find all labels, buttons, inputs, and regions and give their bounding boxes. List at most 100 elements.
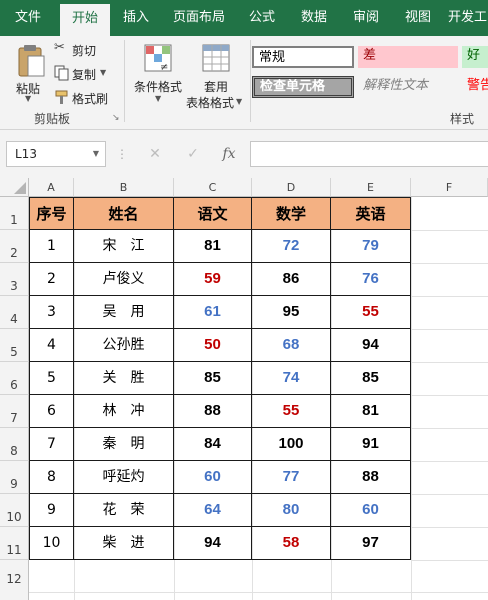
- paste-dropdown-icon[interactable]: ▼: [25, 94, 31, 103]
- column-header-a[interactable]: A: [29, 178, 74, 197]
- row-header-2[interactable]: 2: [0, 230, 29, 263]
- table-cell-chinese[interactable]: 64: [174, 494, 252, 527]
- table-cell-id[interactable]: 7: [30, 428, 74, 461]
- column-header-c[interactable]: C: [174, 178, 252, 197]
- style-check-cell[interactable]: 检查单元格: [252, 76, 354, 98]
- table-cell-chinese[interactable]: 84: [174, 428, 252, 461]
- table-cell-math[interactable]: 100: [252, 428, 331, 461]
- tab-formulas[interactable]: 公式: [240, 0, 284, 36]
- table-cell-english[interactable]: 76: [331, 263, 411, 296]
- table-cell-english[interactable]: 97: [331, 527, 411, 560]
- chevron-down-icon[interactable]: ▼: [93, 142, 99, 166]
- table-cell-id[interactable]: 10: [30, 527, 74, 560]
- row-header-12[interactable]: 12: [0, 560, 29, 600]
- name-box[interactable]: L13 ▼: [6, 141, 106, 167]
- table-header-cell[interactable]: 姓名: [74, 198, 174, 230]
- tab-data[interactable]: 数据: [292, 0, 336, 36]
- table-cell-name[interactable]: 花 荣: [74, 494, 174, 527]
- table-cell-math[interactable]: 86: [252, 263, 331, 296]
- row-header-1[interactable]: 1: [0, 197, 29, 230]
- table-cell-math[interactable]: 55: [252, 395, 331, 428]
- table-cell-id[interactable]: 5: [30, 362, 74, 395]
- table-cell-name[interactable]: 宋 江: [74, 230, 174, 263]
- column-header-d[interactable]: D: [252, 178, 331, 197]
- tab-developer[interactable]: 开发工: [448, 0, 488, 36]
- table-cell-id[interactable]: 2: [30, 263, 74, 296]
- table-cell-name[interactable]: 柴 进: [74, 527, 174, 560]
- table-cell-id[interactable]: 1: [30, 230, 74, 263]
- table-cell-english[interactable]: 81: [331, 395, 411, 428]
- table-cell-english[interactable]: 79: [331, 230, 411, 263]
- conditional-format-button[interactable]: ≠ 条件格式 ▼: [130, 42, 188, 106]
- table-format-dropdown-icon[interactable]: ▼: [236, 97, 242, 106]
- row-header-3[interactable]: 3: [0, 263, 29, 296]
- copy-button[interactable]: 复制 ▼: [52, 64, 122, 84]
- table-cell-math[interactable]: 77: [252, 461, 331, 494]
- tab-review[interactable]: 审阅: [344, 0, 388, 36]
- table-header-cell[interactable]: 序号: [30, 198, 74, 230]
- row-header-9[interactable]: 9: [0, 461, 29, 494]
- clipboard-launcher-icon[interactable]: ↘: [112, 113, 120, 123]
- style-bad[interactable]: 差: [358, 46, 458, 68]
- conditional-format-dropdown-icon[interactable]: ▼: [155, 94, 161, 103]
- tab-insert[interactable]: 插入: [114, 0, 158, 36]
- select-all-corner[interactable]: [0, 178, 29, 197]
- style-good[interactable]: 好: [462, 46, 488, 68]
- table-cell-name[interactable]: 林 冲: [74, 395, 174, 428]
- tab-file[interactable]: 文件: [4, 0, 52, 36]
- table-cell-math[interactable]: 80: [252, 494, 331, 527]
- formula-input[interactable]: [250, 141, 488, 167]
- table-cell-chinese[interactable]: 59: [174, 263, 252, 296]
- tab-page-layout[interactable]: 页面布局: [166, 0, 232, 36]
- paste-button[interactable]: 粘贴 ▼: [10, 42, 50, 104]
- table-cell-english[interactable]: 55: [331, 296, 411, 329]
- copy-dropdown-icon[interactable]: ▼: [100, 68, 106, 77]
- format-as-table-button[interactable]: 套用 表格格式 ▼: [186, 42, 248, 110]
- row-header-6[interactable]: 6: [0, 362, 29, 395]
- style-warning[interactable]: 警告: [462, 76, 488, 98]
- row-header-8[interactable]: 8: [0, 428, 29, 461]
- table-cell-chinese[interactable]: 60: [174, 461, 252, 494]
- table-cell-math[interactable]: 72: [252, 230, 331, 263]
- table-cell-english[interactable]: 91: [331, 428, 411, 461]
- table-cell-english[interactable]: 85: [331, 362, 411, 395]
- table-cell-name[interactable]: 卢俊义: [74, 263, 174, 296]
- table-cell-chinese[interactable]: 85: [174, 362, 252, 395]
- table-cell-id[interactable]: 3: [30, 296, 74, 329]
- table-cell-math[interactable]: 74: [252, 362, 331, 395]
- drag-handle-icon[interactable]: ⋮: [116, 141, 128, 167]
- table-cell-id[interactable]: 8: [30, 461, 74, 494]
- table-cell-chinese[interactable]: 61: [174, 296, 252, 329]
- table-cell-id[interactable]: 6: [30, 395, 74, 428]
- table-cell-name[interactable]: 关 胜: [74, 362, 174, 395]
- table-cell-name[interactable]: 吴 用: [74, 296, 174, 329]
- format-painter-button[interactable]: 格式刷: [52, 88, 122, 108]
- style-explanatory[interactable]: 解释性文本: [358, 76, 458, 98]
- column-header-b[interactable]: B: [74, 178, 174, 197]
- table-cell-english[interactable]: 94: [331, 329, 411, 362]
- column-header-f[interactable]: F: [411, 178, 488, 197]
- cut-button[interactable]: ✂ 剪切: [52, 40, 112, 60]
- table-cell-chinese[interactable]: 81: [174, 230, 252, 263]
- table-cell-id[interactable]: 9: [30, 494, 74, 527]
- table-cell-name[interactable]: 秦 明: [74, 428, 174, 461]
- row-header-11[interactable]: 11: [0, 527, 29, 560]
- table-cell-name[interactable]: 呼延灼: [74, 461, 174, 494]
- table-header-cell[interactable]: 语文: [174, 198, 252, 230]
- row-header-4[interactable]: 4: [0, 296, 29, 329]
- table-cell-name[interactable]: 公孙胜: [74, 329, 174, 362]
- style-normal[interactable]: 常规: [252, 46, 354, 68]
- tab-view[interactable]: 视图: [396, 0, 440, 36]
- worksheet-grid[interactable]: A B C D E F 1 2 3 4 5 6 7 8 9 10 11 12 序…: [0, 178, 488, 600]
- table-cell-id[interactable]: 4: [30, 329, 74, 362]
- table-header-cell[interactable]: 英语: [331, 198, 411, 230]
- table-cell-chinese[interactable]: 88: [174, 395, 252, 428]
- table-cell-math[interactable]: 95: [252, 296, 331, 329]
- row-header-7[interactable]: 7: [0, 395, 29, 428]
- enter-icon[interactable]: ✓: [182, 141, 204, 167]
- column-header-e[interactable]: E: [331, 178, 411, 197]
- table-cell-chinese[interactable]: 94: [174, 527, 252, 560]
- row-header-5[interactable]: 5: [0, 329, 29, 362]
- table-cell-math[interactable]: 68: [252, 329, 331, 362]
- table-cell-chinese[interactable]: 50: [174, 329, 252, 362]
